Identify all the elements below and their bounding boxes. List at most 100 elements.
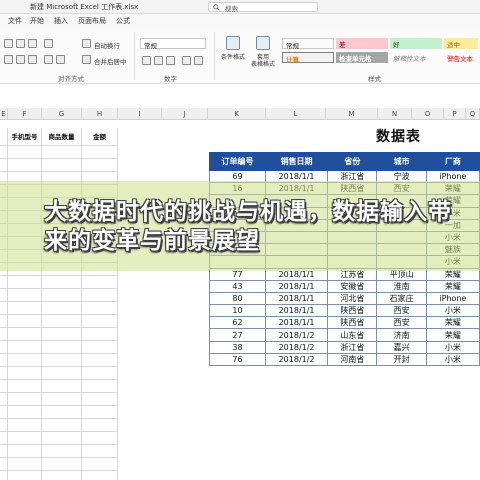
grid-cell[interactable] <box>82 276 118 289</box>
grid-cell[interactable] <box>42 367 82 380</box>
grid-cell[interactable] <box>0 406 8 419</box>
cell-province[interactable]: 陕西省 <box>327 316 378 330</box>
grid-cell[interactable] <box>8 445 42 458</box>
grid-cell[interactable] <box>0 159 8 172</box>
cell-order-id[interactable]: 38 <box>209 340 266 354</box>
grid-cell[interactable] <box>42 419 82 432</box>
header-amount[interactable]: 金额 <box>82 128 118 146</box>
cell-province[interactable]: 山东省 <box>327 328 378 342</box>
cell-sale-date[interactable]: 2018/1/2 <box>264 340 329 354</box>
cell-sale-date[interactable]: 2018/1/1 <box>264 304 329 318</box>
grid-cell[interactable] <box>82 289 118 302</box>
number-format-select[interactable]: 常规 <box>140 38 206 50</box>
align-bottom-icon[interactable] <box>28 39 37 48</box>
menu-home[interactable]: 开始 <box>30 16 44 26</box>
merge-center-button[interactable]: 合并后居中 <box>94 56 127 66</box>
grid-cell[interactable] <box>82 354 118 367</box>
column-header-n[interactable]: N <box>378 108 412 120</box>
grid-cell[interactable] <box>42 432 82 445</box>
grid-cell[interactable] <box>42 276 82 289</box>
cell-order-id[interactable]: 76 <box>209 352 266 367</box>
grid-cell[interactable] <box>0 146 8 159</box>
grid-cell[interactable] <box>82 315 118 328</box>
table-format-button[interactable]: 套用 表格格式 <box>248 34 278 72</box>
increase-indent-icon[interactable] <box>56 55 65 64</box>
orientation-icon[interactable] <box>44 39 53 48</box>
style-check-cell[interactable]: 检查单元格 <box>336 52 388 63</box>
grid-cell[interactable] <box>82 471 118 480</box>
cell-city[interactable]: 西安 <box>376 316 427 330</box>
style-normal[interactable]: 常规 <box>282 38 334 50</box>
grid-cell[interactable] <box>8 367 42 380</box>
grid-cell[interactable] <box>82 341 118 354</box>
grid-cell[interactable] <box>8 302 42 315</box>
merge-center-icon[interactable] <box>82 55 91 64</box>
grid-cell[interactable] <box>8 458 42 471</box>
menu-file[interactable]: 文件 <box>8 16 22 26</box>
currency-icon[interactable] <box>142 56 151 65</box>
column-header-q[interactable]: Q <box>466 108 480 120</box>
cell-sale-date[interactable]: 2018/1/2 <box>264 328 329 342</box>
header-phone-model[interactable]: 手机型号 <box>8 128 42 146</box>
cell-vendor[interactable]: 小米 <box>425 352 480 367</box>
grid-cell[interactable] <box>82 328 118 341</box>
align-middle-icon[interactable] <box>16 39 25 48</box>
grid-cell[interactable] <box>82 406 118 419</box>
header-vendor[interactable]: 厂商 <box>425 152 480 171</box>
cell-vendor[interactable]: 荣耀 <box>425 328 480 342</box>
header-city[interactable]: 城市 <box>376 152 427 171</box>
grid-cell[interactable] <box>0 128 8 146</box>
cell-city[interactable]: 济南 <box>376 328 427 342</box>
cell-province[interactable]: 河北省 <box>327 291 378 306</box>
grid-cell[interactable] <box>0 419 8 432</box>
cell-vendor[interactable]: 荣耀 <box>425 316 480 330</box>
cell-sale-date[interactable]: 2018/1/2 <box>264 352 329 367</box>
cell-order-id[interactable]: 10 <box>209 304 266 318</box>
grid-cell[interactable] <box>8 341 42 354</box>
grid-cell[interactable] <box>42 328 82 341</box>
align-center-icon[interactable] <box>16 55 25 64</box>
cell-province[interactable]: 浙江省 <box>327 340 378 354</box>
cell-order-id[interactable]: 27 <box>209 328 266 342</box>
grid-cell[interactable] <box>0 367 8 380</box>
grid-cell[interactable] <box>8 328 42 341</box>
align-top-icon[interactable] <box>4 39 13 48</box>
grid-cell[interactable] <box>0 445 8 458</box>
grid-cell[interactable] <box>82 146 118 159</box>
grid-cell[interactable] <box>42 146 82 159</box>
column-header-g[interactable]: G <box>42 108 82 120</box>
header-sale-date[interactable]: 销售日期 <box>264 152 329 171</box>
grid-cell[interactable] <box>42 458 82 471</box>
header-quantity[interactable]: 商品数量 <box>42 128 82 146</box>
style-bad[interactable]: 差 <box>336 38 388 49</box>
column-header-k[interactable]: K <box>208 108 266 120</box>
grid-cell[interactable] <box>8 406 42 419</box>
align-left-icon[interactable] <box>4 55 13 64</box>
grid-cell[interactable] <box>0 432 8 445</box>
cell-city[interactable]: 淮南 <box>376 279 427 293</box>
grid-cell[interactable] <box>42 354 82 367</box>
percent-icon[interactable] <box>154 56 163 65</box>
cell-city[interactable]: 西安 <box>376 304 427 318</box>
style-calculation[interactable]: 计算 <box>282 52 334 64</box>
header-province[interactable]: 省份 <box>327 152 378 171</box>
grid-cell[interactable] <box>82 419 118 432</box>
comma-style-icon[interactable] <box>166 56 175 65</box>
search-box[interactable]: 搜索 <box>208 2 318 13</box>
cell-order-id[interactable]: 62 <box>209 316 266 330</box>
grid-cell[interactable] <box>82 302 118 315</box>
cell-order-id[interactable]: 80 <box>209 291 266 306</box>
grid-cell[interactable] <box>8 419 42 432</box>
grid-cell[interactable] <box>0 458 8 471</box>
column-header-p[interactable]: P <box>444 108 466 120</box>
grid-cell[interactable] <box>42 406 82 419</box>
grid-cell[interactable] <box>42 471 82 480</box>
column-header-l[interactable]: L <box>266 108 326 120</box>
cell-province[interactable]: 河南省 <box>327 352 378 367</box>
grid-cell[interactable] <box>82 458 118 471</box>
cell-sale-date[interactable]: 2018/1/1 <box>264 316 329 330</box>
grid-cell[interactable] <box>8 432 42 445</box>
grid-cell[interactable] <box>8 354 42 367</box>
style-good[interactable]: 好 <box>390 38 442 49</box>
style-neutral[interactable]: 适中 <box>444 38 478 49</box>
